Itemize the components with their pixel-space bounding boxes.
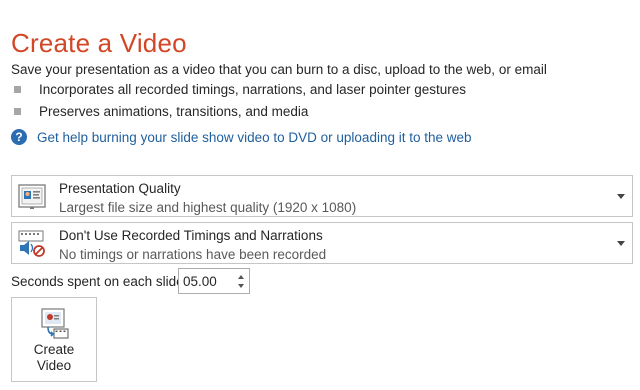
bullet-square-icon xyxy=(14,86,21,93)
create-video-button[interactable]: Create Video xyxy=(11,297,97,382)
stepper-down-icon[interactable] xyxy=(238,284,244,288)
dropdown-arrow-icon[interactable] xyxy=(617,241,625,246)
create-video-label-line2: Video xyxy=(36,358,72,373)
help-link-row[interactable]: ? Get help burning your slide show video… xyxy=(11,129,472,145)
bullet-text: Incorporates all recorded timings, narra… xyxy=(39,82,466,97)
quality-subtitle: Largest file size and highest quality (1… xyxy=(59,200,357,215)
bullet-text: Preserves animations, transitions, and m… xyxy=(39,104,309,119)
page-description: Save your presentation as a video that y… xyxy=(11,62,547,77)
create-video-label-line1: Create xyxy=(33,342,75,357)
seconds-input[interactable] xyxy=(183,272,231,290)
bullet-item: Incorporates all recorded timings, narra… xyxy=(14,82,466,97)
bullet-square-icon xyxy=(14,108,21,115)
timings-title: Don't Use Recorded Timings and Narration… xyxy=(59,228,323,243)
no-narration-icon xyxy=(18,230,45,257)
dropdown-arrow-icon[interactable] xyxy=(617,194,625,199)
timings-subtitle: No timings or narrations have been recor… xyxy=(59,247,327,262)
help-icon[interactable]: ? xyxy=(11,129,27,145)
recorded-timings-dropdown[interactable]: Don't Use Recorded Timings and Narration… xyxy=(11,222,633,264)
seconds-label: Seconds spent on each slide: xyxy=(11,274,188,289)
presentation-quality-dropdown[interactable]: Presentation Quality Largest file size a… xyxy=(11,175,633,217)
bullet-item: Preserves animations, transitions, and m… xyxy=(14,104,308,119)
presentation-quality-icon xyxy=(18,184,46,209)
stepper-up-icon[interactable] xyxy=(238,275,244,279)
help-link[interactable]: Get help burning your slide show video t… xyxy=(37,130,472,145)
create-video-icon xyxy=(41,308,69,339)
create-video-label[interactable]: Create Video xyxy=(12,342,96,374)
quality-title: Presentation Quality xyxy=(59,181,181,196)
seconds-stepper[interactable] xyxy=(178,268,250,294)
page-title: Create a Video xyxy=(11,28,187,58)
